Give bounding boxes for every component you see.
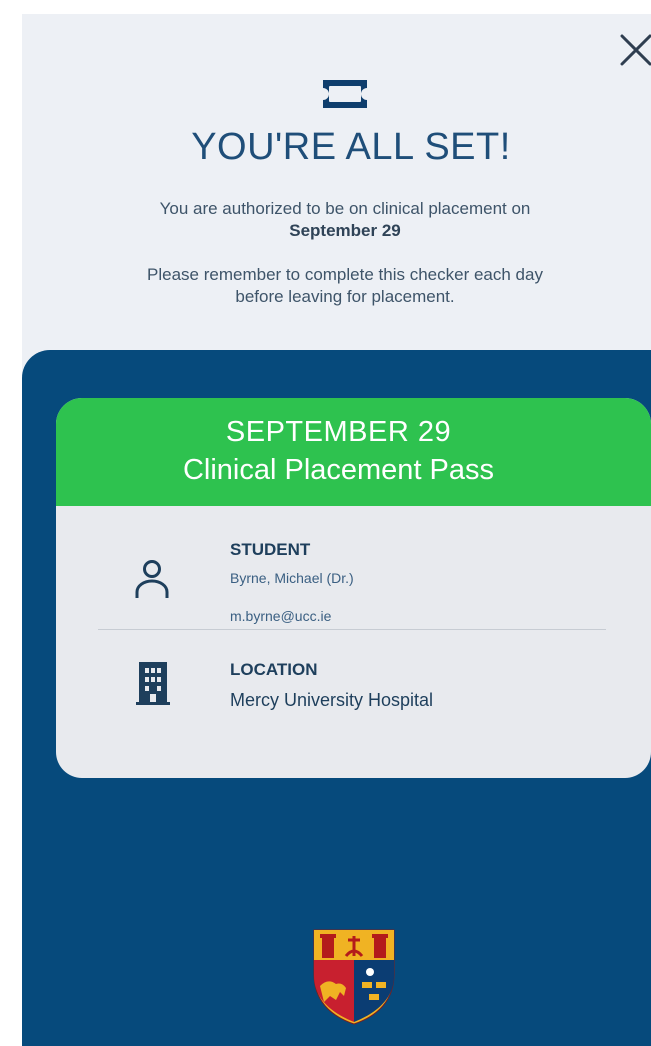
person-icon [135, 560, 169, 598]
location-name: Mercy University Hospital [230, 690, 434, 710]
daily-reminder: Please remember to complete this checker… [147, 265, 543, 306]
clinical-placement-pass-card: SEPTEMBER 29 Clinical Placement Pass STU… [56, 398, 651, 778]
placement-pass-screen: YOU'RE ALL SET! You are authorized to be… [0, 0, 651, 1046]
ticket-icon [323, 80, 367, 108]
authorization-message: You are authorized to be on clinical pla… [130, 198, 560, 242]
authorized-date: September 29 [289, 221, 401, 240]
pass-header: SEPTEMBER 29 Clinical Placement Pass [56, 398, 651, 506]
section-divider [98, 629, 606, 630]
location-label: LOCATION [230, 660, 318, 679]
student-label: STUDENT [230, 540, 311, 559]
university-crest-icon [313, 929, 395, 1025]
authorization-text: You are authorized to be on clinical pla… [159, 199, 531, 218]
close-icon[interactable] [618, 26, 651, 70]
student-email: m.byrne@ucc.ie [230, 608, 332, 624]
page-title: YOU'RE ALL SET! [191, 126, 511, 168]
building-icon [136, 662, 170, 705]
student-name: Byrne, Michael (Dr.) [230, 570, 354, 586]
pass-title: Clinical Placement Pass [182, 454, 495, 486]
pass-date: SEPTEMBER 29 [225, 416, 452, 448]
